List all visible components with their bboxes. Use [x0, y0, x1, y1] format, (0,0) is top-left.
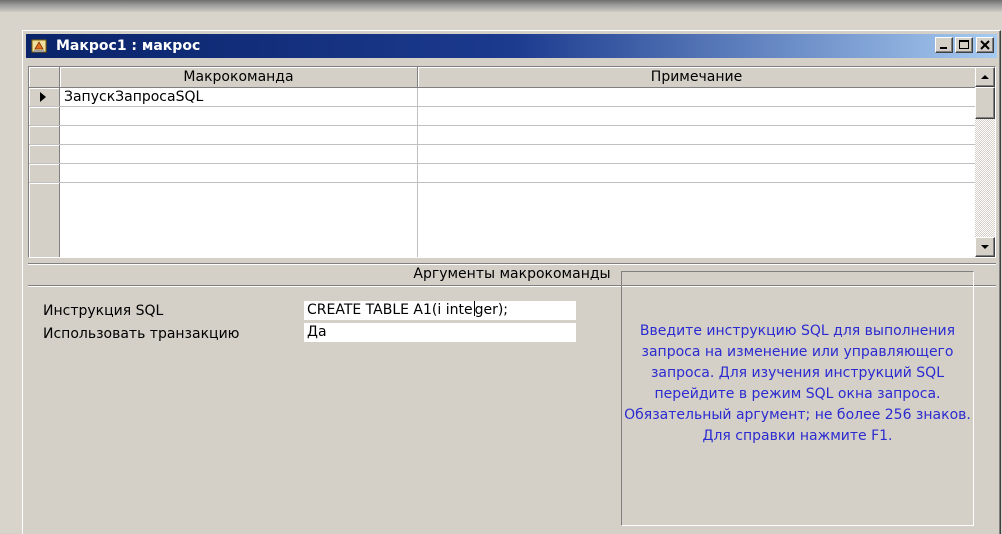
row-selector[interactable] [29, 88, 60, 106]
header-selector[interactable] [29, 67, 60, 87]
action-cell[interactable] [60, 126, 418, 144]
desktop-top-strip [0, 0, 1002, 12]
maximize-icon [959, 40, 969, 49]
action-cell[interactable] [60, 107, 418, 125]
sql-statement-input[interactable]: CREATE TABLE A1(i inte ger); [304, 301, 576, 320]
action-cell[interactable]: ЗапускЗапросаSQL [60, 88, 418, 106]
grid-row [29, 164, 975, 183]
action-cell[interactable] [60, 183, 418, 257]
window-title: Макрос1 : макрос [56, 38, 201, 54]
desktop: Макрос1 : макрос Макрокоманда Примечание… [0, 0, 1002, 534]
sql-statement-text-before-caret: CREATE TABLE A1(i inte [307, 302, 473, 318]
scroll-thumb[interactable] [975, 87, 995, 119]
row-selector[interactable] [29, 107, 60, 125]
grid-row [29, 183, 975, 257]
use-transaction-label: Использовать транзакцию [43, 326, 240, 342]
action-cell[interactable] [60, 164, 418, 182]
macro-grid: Макрокоманда Примечание ЗапускЗапросаSQL [28, 66, 996, 258]
column-header-comment[interactable]: Примечание [418, 67, 976, 87]
minimize-button[interactable] [935, 37, 953, 53]
close-icon [980, 40, 990, 50]
row-selector[interactable] [29, 164, 60, 182]
window-titlebar[interactable]: Макрос1 : макрос [26, 34, 997, 58]
sql-statement-label: Инструкция SQL [43, 303, 164, 319]
comment-cell[interactable] [418, 145, 975, 163]
comment-cell[interactable] [418, 88, 975, 106]
macro-window: Макрос1 : макрос Макрокоманда Примечание… [22, 30, 1001, 534]
vertical-scrollbar[interactable] [975, 67, 995, 257]
scroll-down-button[interactable] [975, 237, 995, 257]
row-selector[interactable] [29, 145, 60, 163]
action-cell[interactable] [60, 145, 418, 163]
sql-statement-text-after-caret: ger); [474, 302, 509, 318]
scroll-up-button[interactable] [975, 67, 995, 87]
maximize-button[interactable] [955, 37, 973, 53]
comment-cell[interactable] [418, 126, 975, 144]
comment-cell[interactable] [418, 107, 975, 125]
help-panel: Введите инструкцию SQL для выполнения за… [621, 271, 974, 526]
help-text: Введите инструкцию SQL для выполнения за… [624, 323, 971, 444]
macro-icon [31, 38, 47, 54]
grid-row: ЗапускЗапросаSQL [29, 88, 975, 107]
comment-cell[interactable] [418, 164, 975, 182]
arrow-up-icon [981, 75, 989, 79]
grid-row [29, 107, 975, 126]
column-header-action[interactable]: Макрокоманда [60, 67, 418, 87]
grid-row [29, 126, 975, 145]
grid-header: Макрокоманда Примечание [29, 67, 976, 88]
row-selector[interactable] [29, 183, 60, 257]
arrow-down-icon [981, 245, 989, 249]
current-row-arrow-icon [40, 92, 46, 102]
close-button[interactable] [976, 37, 994, 53]
comment-cell[interactable] [418, 183, 975, 201]
use-transaction-input[interactable]: Да [304, 323, 576, 342]
minimize-icon [940, 47, 947, 49]
grid-row [29, 145, 975, 164]
row-selector[interactable] [29, 126, 60, 144]
